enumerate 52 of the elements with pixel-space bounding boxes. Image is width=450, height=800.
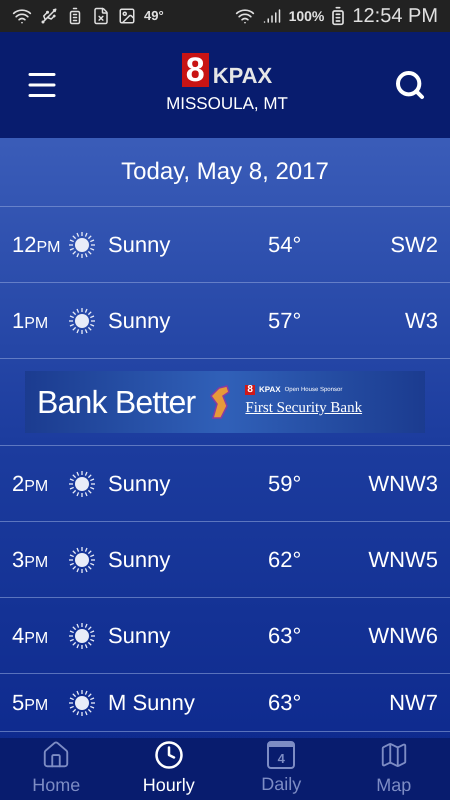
hour-label: 2PM: [12, 470, 50, 498]
wind-label: WNW5: [367, 546, 438, 574]
temperature-label: 63°: [268, 689, 302, 717]
nav-tab[interactable]: Hourly: [112, 738, 225, 800]
wind-label: W3: [404, 307, 438, 335]
wind-label: WNW6: [367, 622, 438, 650]
nav-tab[interactable]: 4 Daily: [225, 738, 338, 800]
logo-text: KPAX: [212, 65, 272, 88]
search-icon[interactable]: [394, 69, 426, 101]
condition-label: M Sunny: [108, 689, 196, 717]
battery-percent: 100%: [288, 6, 324, 26]
sun-icon: [68, 688, 96, 716]
image-icon: [118, 7, 136, 25]
clock-icon: [154, 740, 184, 770]
temperature-label: 54°: [268, 231, 302, 259]
sun-icon: [68, 546, 96, 574]
date-heading: Today, May 8, 2017: [121, 157, 329, 187]
condition-label: Sunny: [108, 546, 172, 574]
temperature-label: 59°: [268, 470, 302, 498]
hour-label: 4PM: [12, 622, 50, 650]
sun-icon: [68, 230, 96, 258]
wind-label: WNW3: [367, 470, 438, 498]
wind-label: NW7: [388, 689, 438, 717]
condition-label: Sunny: [108, 622, 172, 650]
temperature-label: 62°: [268, 546, 302, 574]
hour-label: 1PM: [12, 307, 50, 335]
logo-number: 8: [182, 53, 209, 88]
sponsor-logo-number: 8: [245, 384, 255, 395]
sun-icon: [68, 306, 96, 334]
file-icon: [92, 7, 110, 25]
hour-label: 12PM: [12, 231, 62, 259]
bank-name: First Security Bank: [245, 398, 362, 418]
nav-tab[interactable]: Map: [338, 738, 450, 800]
sponsor-logo-text: KPAX: [258, 386, 281, 394]
condition-label: Sunny: [108, 470, 172, 498]
calendar-icon: 4: [267, 740, 296, 768]
location-label: MISSOULA, MT: [166, 93, 288, 116]
sun-icon: [68, 622, 96, 650]
temperature-status: 49°: [144, 7, 164, 26]
condition-label: Sunny: [108, 307, 172, 335]
temperature-label: 57°: [268, 307, 302, 335]
temperature-label: 63°: [268, 622, 302, 650]
clock-time: 12:54 PM: [352, 4, 438, 29]
sun-icon: [68, 470, 96, 498]
hour-label: 3PM: [12, 546, 50, 574]
wind-label: SW2: [389, 231, 438, 259]
condition-label: Sunny: [108, 231, 172, 259]
usb-icon: [40, 7, 58, 25]
signal-icon: [262, 7, 281, 25]
hour-label: 5PM: [12, 689, 50, 717]
ad-headline: Bank Better: [37, 383, 196, 422]
nav-tab[interactable]: Home: [0, 738, 112, 800]
